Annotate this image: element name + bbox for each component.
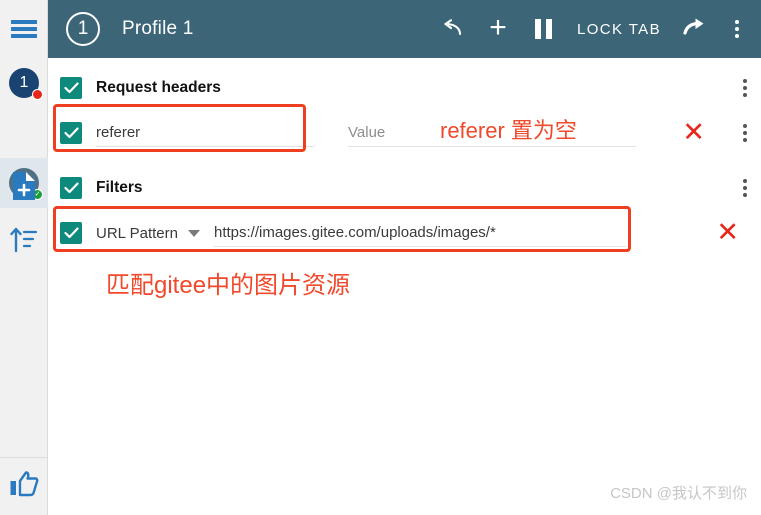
- page-title: Profile 1: [122, 18, 194, 39]
- sort-ascending-icon: [10, 227, 38, 258]
- app-toolbar: 1 Profile 1 + LOCK TAB: [48, 0, 761, 58]
- profile-avatar-number: 1: [19, 74, 29, 91]
- undo-arrow-icon: [440, 19, 464, 39]
- profile-avatar: 1: [9, 68, 43, 100]
- add-button[interactable]: +: [475, 0, 521, 58]
- filter-entry-row: URL Pattern https://images.gitee.com/upl…: [48, 210, 761, 256]
- new-file-button[interactable]: [0, 162, 48, 214]
- sort-button[interactable]: [0, 216, 48, 268]
- rules-panel: Request headers referer Value ✕ Filters …: [48, 58, 761, 515]
- section-overflow-button[interactable]: [743, 79, 747, 97]
- annotation-referer-note: referer 置为空: [440, 118, 577, 143]
- hamburger-icon: [10, 20, 37, 38]
- pause-icon: [535, 19, 553, 39]
- sidebar-item-profile-1-active[interactable]: 1: [0, 58, 48, 108]
- more-vertical-icon: [743, 79, 747, 97]
- pause-button[interactable]: [521, 0, 567, 58]
- profile-number-text: 1: [77, 18, 89, 39]
- thumbs-up-icon: [9, 470, 39, 503]
- toolbar-overflow-button[interactable]: [719, 0, 761, 58]
- filter-value-text: https://images.gitee.com/uploads/images/…: [213, 224, 496, 241]
- section-header-filters: Filters: [48, 168, 761, 208]
- filter-type-label: URL Pattern: [96, 224, 178, 242]
- plus-icon: +: [489, 10, 507, 44]
- red-dot-badge-icon: [32, 89, 43, 100]
- filter-type-dropdown[interactable]: URL Pattern: [96, 225, 200, 242]
- watermark-text: CSDN @我认不到你: [610, 485, 747, 502]
- header-name-value: referer: [96, 124, 141, 141]
- section-title: Request headers: [96, 79, 221, 96]
- filters-checkbox[interactable]: [60, 177, 82, 199]
- header-entry-overflow-button[interactable]: [743, 124, 747, 142]
- more-vertical-icon: [743, 179, 747, 197]
- annotation-filter-note: 匹配gitee中的图片资源: [106, 272, 351, 299]
- profile-number-badge: 1: [66, 12, 100, 46]
- filter-value-input[interactable]: https://images.gitee.com/uploads/images/…: [213, 219, 626, 247]
- header-name-input[interactable]: referer: [96, 119, 314, 147]
- header-entry-checkbox[interactable]: [60, 122, 82, 144]
- section-overflow-button[interactable]: [743, 179, 747, 197]
- lock-tab-label: LOCK TAB: [576, 20, 661, 38]
- undo-button[interactable]: [429, 0, 475, 58]
- filter-entry-checkbox[interactable]: [60, 222, 82, 244]
- header-entry-row: referer Value ✕: [48, 110, 761, 156]
- left-sidebar: 1 1 ✓: [0, 58, 48, 515]
- delete-header-button[interactable]: ✕: [682, 119, 705, 146]
- share-arrow-icon: [683, 17, 707, 42]
- menu-button[interactable]: [0, 0, 48, 58]
- section-header-request-headers: Request headers: [48, 68, 761, 108]
- header-value-placeholder: Value: [348, 124, 386, 141]
- share-button[interactable]: [671, 0, 719, 58]
- lock-tab-button[interactable]: LOCK TAB: [567, 0, 671, 58]
- chevron-down-icon: [187, 229, 200, 237]
- toolbar-actions: + LOCK TAB: [429, 0, 761, 58]
- more-vertical-icon: [743, 124, 747, 142]
- more-vertical-icon: [735, 20, 739, 38]
- delete-filter-button[interactable]: ✕: [716, 219, 739, 246]
- thumbs-up-button[interactable]: [0, 457, 47, 515]
- new-file-add-icon: [11, 171, 37, 206]
- app-window: 1 Profile 1 + LOCK TAB 1 ✓ Request heade…: [0, 0, 761, 515]
- section-title: Filters: [96, 179, 143, 196]
- request-headers-checkbox[interactable]: [60, 77, 82, 99]
